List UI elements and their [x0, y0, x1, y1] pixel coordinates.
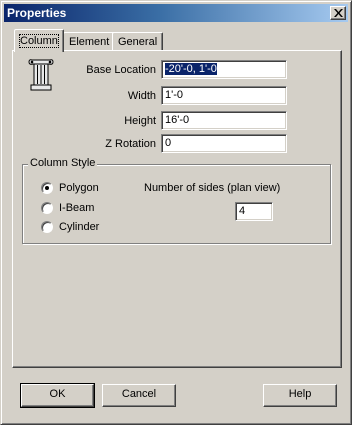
- tab-column[interactable]: Column: [14, 29, 64, 52]
- window-title: Properties: [7, 6, 67, 20]
- polygon-label[interactable]: Polygon: [59, 182, 99, 195]
- help-button-label: Help: [288, 388, 312, 400]
- ok-button-label: OK: [49, 388, 66, 400]
- help-button[interactable]: Help: [263, 384, 337, 407]
- column-style-label: Column Style: [28, 157, 98, 170]
- width-value: 1'-0: [165, 89, 183, 101]
- cylinder-radio[interactable]: [41, 221, 53, 233]
- z-rotation-label: Z Rotation: [105, 138, 156, 150]
- height-label: Height: [124, 115, 156, 127]
- polygon-radio[interactable]: [41, 182, 53, 194]
- tab-element-label: Element: [69, 36, 110, 48]
- sides-field[interactable]: 4: [235, 202, 273, 221]
- base-location-field[interactable]: -20'-0, 1'-0: [161, 60, 287, 79]
- z-rotation-field[interactable]: 0: [161, 134, 287, 153]
- i-beam-radio[interactable]: [41, 202, 53, 214]
- width-field[interactable]: 1'-0: [161, 86, 287, 105]
- cylinder-label[interactable]: Cylinder: [59, 221, 99, 234]
- height-value: 16'-0: [165, 114, 190, 126]
- sides-label: Number of sides (plan view): [144, 182, 281, 194]
- base-location-value: -20'-0, 1'-0: [165, 63, 217, 75]
- i-beam-label[interactable]: I-Beam: [59, 202, 94, 215]
- close-button[interactable]: [330, 6, 346, 20]
- sides-value: 4: [239, 205, 246, 217]
- tab-general[interactable]: General: [112, 32, 164, 51]
- properties-dialog: Properties Column Element General Base L…: [0, 0, 352, 425]
- cancel-button-label: Cancel: [121, 388, 157, 400]
- tab-column-label: Column: [19, 34, 59, 48]
- height-field[interactable]: 16'-0: [161, 111, 287, 130]
- title-bar[interactable]: Properties: [4, 4, 348, 22]
- tab-general-label: General: [118, 36, 158, 48]
- cancel-button[interactable]: Cancel: [102, 384, 176, 407]
- z-rotation-value: 0: [165, 137, 172, 149]
- width-label: Width: [127, 90, 156, 102]
- tab-element[interactable]: Element: [63, 32, 116, 51]
- ok-button[interactable]: OK: [20, 383, 95, 408]
- base-location-label: Base Location: [86, 64, 156, 76]
- close-icon: [334, 9, 343, 17]
